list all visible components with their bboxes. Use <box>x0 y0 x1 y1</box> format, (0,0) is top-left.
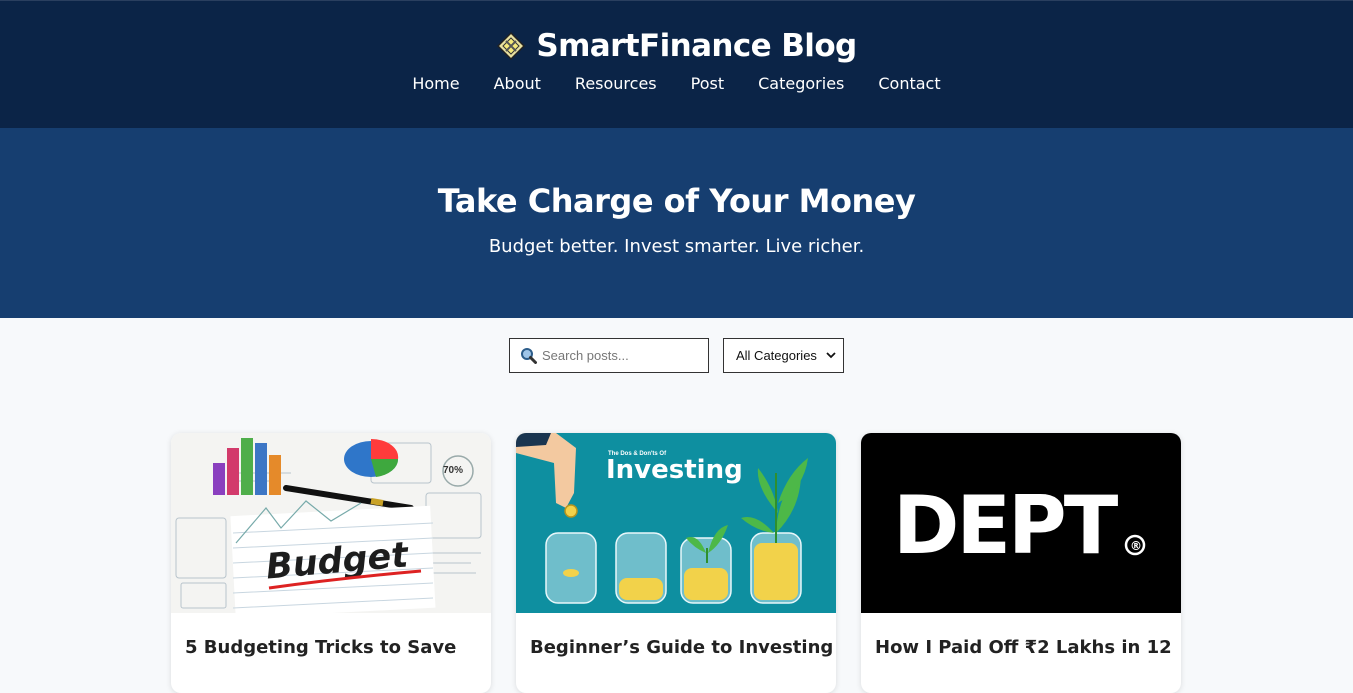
main-nav: Home About Resources Post Categories Con… <box>0 74 1353 93</box>
hero-banner: Take Charge of Your Money Budget better.… <box>0 128 1353 318</box>
chevron-down-icon <box>826 352 836 359</box>
budget-percentage-label: 70% <box>443 465 463 476</box>
nav-about[interactable]: About <box>494 74 541 93</box>
hero-heading: Take Charge of Your Money <box>437 182 916 220</box>
search-input[interactable] <box>542 348 702 363</box>
nav-resources[interactable]: Resources <box>575 74 657 93</box>
post-title[interactable]: Beginner’s Guide to Investing <box>516 613 836 658</box>
registered-mark: ® <box>1130 539 1142 553</box>
investing-image-text: Investing <box>606 455 743 485</box>
post-card[interactable]: The Dos & Don'ts Of Investing Beginner’s… <box>516 433 836 693</box>
post-thumbnail-dept: DEPT ® <box>861 433 1181 613</box>
investing-illustration: The Dos & Don'ts Of Investing <box>516 433 836 613</box>
site-header: SmartFinance Blog Home About Resources P… <box>0 0 1353 128</box>
site-title: SmartFinance Blog <box>536 28 857 64</box>
hero-subheading: Budget better. Invest smarter. Live rich… <box>488 236 865 257</box>
post-thumbnail-budget: 70% Budget <box>171 433 491 613</box>
post-grid: 70% Budget 5 Budgeting Tricks to Save Th… <box>171 433 1181 693</box>
nav-post[interactable]: Post <box>691 74 724 93</box>
post-title[interactable]: 5 Budgeting Tricks to Save <box>171 613 491 658</box>
post-title[interactable]: How I Paid Off ₹2 Lakhs in 12 <box>861 613 1181 658</box>
post-thumbnail-investing: The Dos & Don'ts Of Investing <box>516 433 836 613</box>
post-card[interactable]: 70% Budget 5 Budgeting Tricks to Save <box>171 433 491 693</box>
dept-image-text: DEPT <box>893 479 1119 572</box>
search-box[interactable] <box>509 338 709 373</box>
filter-bar: All Categories <box>0 318 1353 373</box>
logo-icon <box>497 31 526 61</box>
category-selected-value: All Categories <box>736 348 817 363</box>
brand[interactable]: SmartFinance Blog <box>0 1 1353 64</box>
nav-contact[interactable]: Contact <box>878 74 940 93</box>
category-select[interactable]: All Categories <box>723 338 844 373</box>
nav-home[interactable]: Home <box>412 74 459 93</box>
dept-logo-image: DEPT ® <box>861 433 1181 613</box>
nav-categories[interactable]: Categories <box>758 74 844 93</box>
post-card[interactable]: DEPT ® How I Paid Off ₹2 Lakhs in 12 <box>861 433 1181 693</box>
budget-illustration: 70% Budget <box>171 433 491 613</box>
search-icon <box>521 348 537 364</box>
